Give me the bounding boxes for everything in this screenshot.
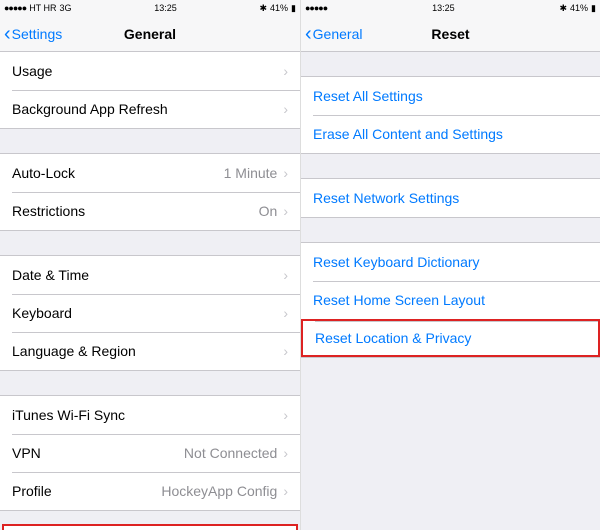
row-value: HockeyApp Config [161, 483, 277, 499]
back-button[interactable]: ‹ General [301, 24, 362, 44]
signal-icon: ●●●●● [305, 3, 327, 13]
signal-icon: ●●●●● [4, 3, 26, 13]
group-datetime: Date & Time › Keyboard › Language & Regi… [0, 255, 300, 371]
row-label: Profile [12, 483, 52, 499]
row-label: Usage [12, 63, 52, 79]
battery-label: 41% [570, 3, 588, 13]
row-label: Reset Home Screen Layout [313, 292, 485, 308]
content: Usage › Background App Refresh › Auto-Lo… [0, 52, 300, 530]
row-profile[interactable]: Profile HockeyApp Config › [0, 472, 300, 510]
row-reset-network-settings[interactable]: Reset Network Settings [301, 179, 600, 217]
row-label: VPN [12, 445, 41, 461]
row-language-region[interactable]: Language & Region › [0, 332, 300, 370]
row-value: Not Connected [184, 445, 277, 461]
back-button[interactable]: ‹ Settings [0, 24, 62, 44]
row-reset-keyboard-dictionary[interactable]: Reset Keyboard Dictionary [301, 243, 600, 281]
row-label: Keyboard [12, 305, 72, 321]
group-usage: Usage › Background App Refresh › [0, 52, 300, 129]
battery-icon: ▮ [591, 3, 596, 14]
row-reset-all-settings[interactable]: Reset All Settings [301, 77, 600, 115]
row-label: Date & Time [12, 267, 89, 283]
chevron-right-icon: › [283, 267, 288, 283]
group-lock: Auto-Lock 1 Minute › Restrictions On › [0, 153, 300, 231]
bluetooth-icon: ✱ [259, 3, 267, 14]
row-date-time[interactable]: Date & Time › [0, 256, 300, 294]
row-itunes-wifi-sync[interactable]: iTunes Wi-Fi Sync › [0, 396, 300, 434]
group-reset-all: Reset All Settings Erase All Content and… [301, 76, 600, 154]
row-erase-all-content[interactable]: Erase All Content and Settings [301, 115, 600, 153]
nav-bar: ‹ General Reset [301, 16, 600, 52]
group-reset-highlighted: Reset › [2, 524, 298, 530]
chevron-right-icon: › [283, 203, 288, 219]
group-reset-network: Reset Network Settings [301, 178, 600, 218]
row-background-app-refresh[interactable]: Background App Refresh › [0, 90, 300, 128]
screen-general: ●●●●● HT HR 3G 13:25 ✱ 41% ▮ ‹ Settings … [0, 0, 300, 530]
chevron-right-icon: › [283, 343, 288, 359]
battery-icon: ▮ [291, 3, 296, 14]
chevron-right-icon: › [283, 445, 288, 461]
row-auto-lock[interactable]: Auto-Lock 1 Minute › [0, 154, 300, 192]
row-label: Auto-Lock [12, 165, 75, 181]
status-time: 13:25 [154, 3, 177, 13]
status-time: 13:25 [432, 3, 455, 13]
back-label: Settings [12, 26, 63, 42]
carrier-label: HT HR [29, 3, 56, 13]
row-label: Reset All Settings [313, 88, 423, 104]
battery-label: 41% [270, 3, 288, 13]
row-reset[interactable]: Reset › [4, 526, 296, 530]
content: Reset All Settings Erase All Content and… [301, 52, 600, 530]
row-label: Restrictions [12, 203, 85, 219]
row-usage[interactable]: Usage › [0, 52, 300, 90]
chevron-left-icon: ‹ [305, 24, 312, 44]
row-label: Reset Keyboard Dictionary [313, 254, 480, 270]
status-bar: ●●●●● 13:25 ✱ 41% ▮ [301, 0, 600, 16]
row-value: 1 Minute [224, 165, 278, 181]
group-reset-other: Reset Keyboard Dictionary Reset Home Scr… [301, 242, 600, 358]
row-vpn[interactable]: VPN Not Connected › [0, 434, 300, 472]
row-label: iTunes Wi-Fi Sync [12, 407, 125, 423]
row-label: Background App Refresh [12, 101, 168, 117]
row-label: Erase All Content and Settings [313, 126, 503, 142]
chevron-right-icon: › [283, 165, 288, 181]
nav-bar: ‹ Settings General [0, 16, 300, 52]
row-keyboard[interactable]: Keyboard › [0, 294, 300, 332]
chevron-right-icon: › [283, 407, 288, 423]
row-label: Reset Network Settings [313, 190, 459, 206]
screen-reset: ●●●●● 13:25 ✱ 41% ▮ ‹ General Reset Rese… [300, 0, 600, 530]
row-reset-home-screen[interactable]: Reset Home Screen Layout [301, 281, 600, 319]
group-itunes: iTunes Wi-Fi Sync › VPN Not Connected › P… [0, 395, 300, 511]
chevron-left-icon: ‹ [4, 24, 11, 44]
row-label: Reset Location & Privacy [315, 330, 471, 346]
row-restrictions[interactable]: Restrictions On › [0, 192, 300, 230]
network-label: 3G [60, 3, 72, 13]
status-bar: ●●●●● HT HR 3G 13:25 ✱ 41% ▮ [0, 0, 300, 16]
row-value: On [259, 203, 278, 219]
bluetooth-icon: ✱ [559, 3, 567, 14]
chevron-right-icon: › [283, 483, 288, 499]
row-reset-location-privacy-highlighted[interactable]: Reset Location & Privacy [301, 319, 600, 357]
row-label: Language & Region [12, 343, 136, 359]
chevron-right-icon: › [283, 101, 288, 117]
chevron-right-icon: › [283, 63, 288, 79]
chevron-right-icon: › [283, 305, 288, 321]
back-label: General [313, 26, 363, 42]
